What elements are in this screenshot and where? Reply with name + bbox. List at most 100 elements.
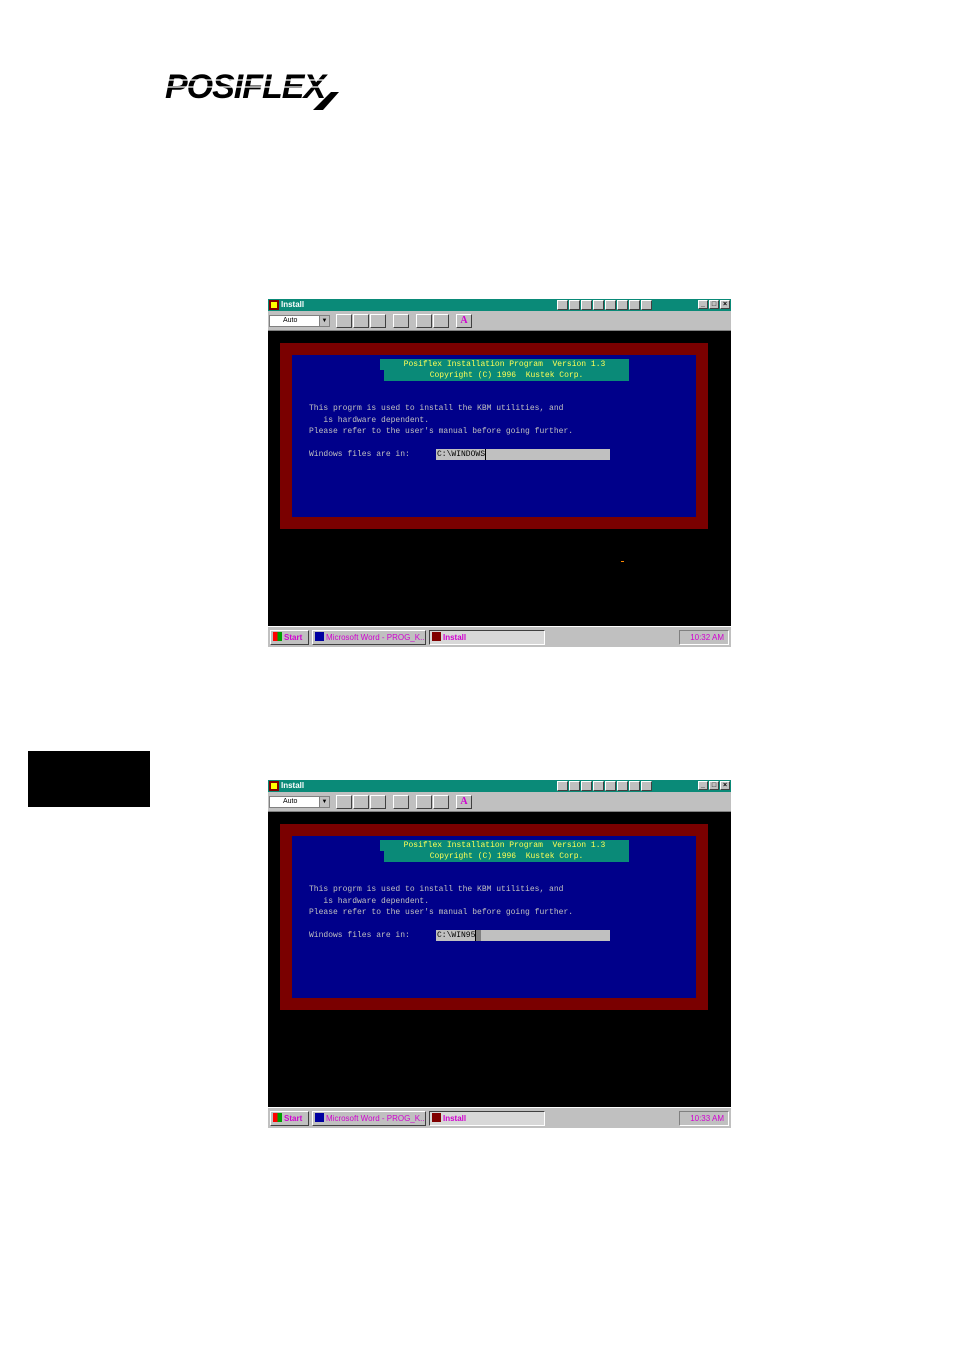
toolbar-buttons: A bbox=[336, 795, 472, 809]
taskbar-clock: 10:32 AM bbox=[679, 630, 729, 645]
word-icon bbox=[315, 1113, 324, 1122]
maximize-button[interactable]: □ bbox=[709, 300, 719, 309]
window-title: Install bbox=[281, 781, 305, 790]
font-size-select[interactable]: Auto ▼ bbox=[269, 796, 330, 808]
install-dialog: Posiflex Installation Program Version 1.… bbox=[292, 836, 696, 998]
install-screenshot-1: Install _ □ × Auto ▼ A Posiflex Installatio… bbox=[268, 299, 731, 647]
toolbar-gap bbox=[387, 795, 392, 809]
minimize-button[interactable]: _ bbox=[698, 300, 708, 309]
excel-icon[interactable] bbox=[581, 781, 592, 791]
paste-icon[interactable] bbox=[370, 314, 386, 328]
fullscreen-icon[interactable] bbox=[393, 795, 409, 809]
install-screenshot-2: Install _ □ × Auto ▼ A Posiflex Installatio… bbox=[268, 780, 731, 1128]
install-task-label: Install bbox=[443, 1114, 467, 1123]
copy-icon[interactable] bbox=[353, 795, 369, 809]
task-icon[interactable] bbox=[557, 300, 568, 310]
toolbar-buttons: A bbox=[336, 314, 472, 328]
window-controls: _ □ × bbox=[698, 300, 730, 309]
word-icon[interactable] bbox=[569, 300, 580, 310]
install-dialog-frame: Posiflex Installation Program Version 1.… bbox=[280, 824, 708, 1010]
chevron-down-icon[interactable]: ▼ bbox=[319, 316, 329, 326]
background-icon[interactable] bbox=[433, 314, 449, 328]
dialog-header: Posiflex Installation Program Version 1.… bbox=[380, 840, 629, 862]
tools-icon[interactable] bbox=[641, 781, 652, 791]
msdos-icon bbox=[269, 781, 279, 791]
chart-icon[interactable] bbox=[629, 300, 640, 310]
background-icon[interactable] bbox=[433, 795, 449, 809]
fullscreen-icon[interactable] bbox=[393, 314, 409, 328]
windows-path-input[interactable]: C:\WINDOWS bbox=[436, 449, 610, 460]
title-quick-icons bbox=[557, 781, 652, 791]
maximize-button[interactable]: □ bbox=[709, 781, 719, 790]
prompt-label: Windows files are in: bbox=[309, 931, 410, 940]
font-icon[interactable]: A bbox=[456, 795, 472, 809]
tools-icon[interactable] bbox=[641, 300, 652, 310]
font-size-value: Auto bbox=[283, 317, 298, 324]
window-controls: _ □ × bbox=[698, 781, 730, 790]
taskbar-item-install[interactable]: Install bbox=[429, 630, 545, 645]
close-button[interactable]: × bbox=[720, 781, 730, 790]
mail-icon[interactable] bbox=[593, 781, 604, 791]
help-icon[interactable] bbox=[617, 781, 628, 791]
install-dialog-frame: Posiflex Installation Program Version 1.… bbox=[280, 343, 708, 529]
section-tab-block bbox=[28, 751, 150, 807]
excel-icon[interactable] bbox=[581, 300, 592, 310]
task-icon[interactable] bbox=[557, 781, 568, 791]
font-size-select[interactable]: Auto ▼ bbox=[269, 315, 330, 327]
font-size-value: Auto bbox=[283, 798, 298, 805]
toolbar-gap bbox=[387, 314, 392, 328]
paste-icon[interactable] bbox=[370, 795, 386, 809]
minimize-button[interactable]: _ bbox=[698, 781, 708, 790]
windows-logo-icon bbox=[273, 1113, 282, 1122]
header-line-2: Copyright (C) 1996 Kustek Corp. bbox=[384, 370, 629, 381]
dos-toolbar: Auto ▼ A bbox=[268, 311, 731, 331]
book-icon[interactable] bbox=[605, 781, 616, 791]
properties-icon[interactable] bbox=[416, 795, 432, 809]
body-line-1: This progrm is used to install the KBM u… bbox=[309, 404, 564, 413]
windows-path-value: C:\WINDOWS bbox=[437, 449, 487, 460]
windows-logo-icon bbox=[273, 632, 282, 641]
body-line-3: Please refer to the user's manual before… bbox=[309, 908, 574, 917]
book-icon[interactable] bbox=[605, 300, 616, 310]
mark-icon[interactable] bbox=[336, 314, 352, 328]
title-quick-icons bbox=[557, 300, 652, 310]
prompt-label: Windows files are in: bbox=[309, 450, 410, 459]
body-line-2: is hardware dependent. bbox=[309, 896, 430, 906]
msdos-icon bbox=[432, 1113, 441, 1122]
start-label: Start bbox=[284, 1114, 303, 1123]
start-button[interactable]: Start bbox=[270, 630, 309, 645]
taskbar-item-install[interactable]: Install bbox=[429, 1111, 545, 1126]
install-task-label: Install bbox=[443, 633, 467, 642]
header-line-1: Posiflex Installation Program Version 1.… bbox=[380, 359, 629, 370]
copy-icon[interactable] bbox=[353, 314, 369, 328]
msdos-icon bbox=[432, 632, 441, 641]
taskbar-item-word[interactable]: Microsoft Word - PROG_K... bbox=[312, 630, 426, 645]
body-line-1: This progrm is used to install the KBM u… bbox=[309, 885, 564, 894]
close-button[interactable]: × bbox=[720, 300, 730, 309]
help-icon[interactable] bbox=[617, 300, 628, 310]
word-task-label: Microsoft Word - PROG_K... bbox=[326, 1114, 426, 1123]
toolbar-gap bbox=[410, 314, 415, 328]
screen-artifact bbox=[621, 561, 624, 562]
mail-icon[interactable] bbox=[593, 300, 604, 310]
start-button[interactable]: Start bbox=[270, 1111, 309, 1126]
taskbar-clock: 10:33 AM bbox=[679, 1111, 729, 1126]
taskbar: Start Microsoft Word - PROG_K... Install… bbox=[268, 626, 731, 647]
header-line-1: Posiflex Installation Program Version 1.… bbox=[380, 840, 629, 851]
text-cursor bbox=[476, 930, 482, 941]
windows-path-input[interactable]: C:\WIN95 bbox=[436, 930, 610, 941]
word-icon[interactable] bbox=[569, 781, 580, 791]
header-line-2: Copyright (C) 1996 Kustek Corp. bbox=[384, 851, 629, 862]
toolbar-gap bbox=[410, 795, 415, 809]
msdos-icon bbox=[269, 300, 279, 310]
properties-icon[interactable] bbox=[416, 314, 432, 328]
font-icon[interactable]: A bbox=[456, 314, 472, 328]
posiflex-logo: POSIFLEX bbox=[163, 66, 393, 112]
body-line-2: is hardware dependent. bbox=[309, 415, 430, 425]
chart-icon[interactable] bbox=[629, 781, 640, 791]
install-dialog: Posiflex Installation Program Version 1.… bbox=[292, 355, 696, 517]
taskbar-item-word[interactable]: Microsoft Word - PROG_K... bbox=[312, 1111, 426, 1126]
mark-icon[interactable] bbox=[336, 795, 352, 809]
chevron-down-icon[interactable]: ▼ bbox=[319, 797, 329, 807]
toolbar-gap bbox=[450, 795, 455, 809]
